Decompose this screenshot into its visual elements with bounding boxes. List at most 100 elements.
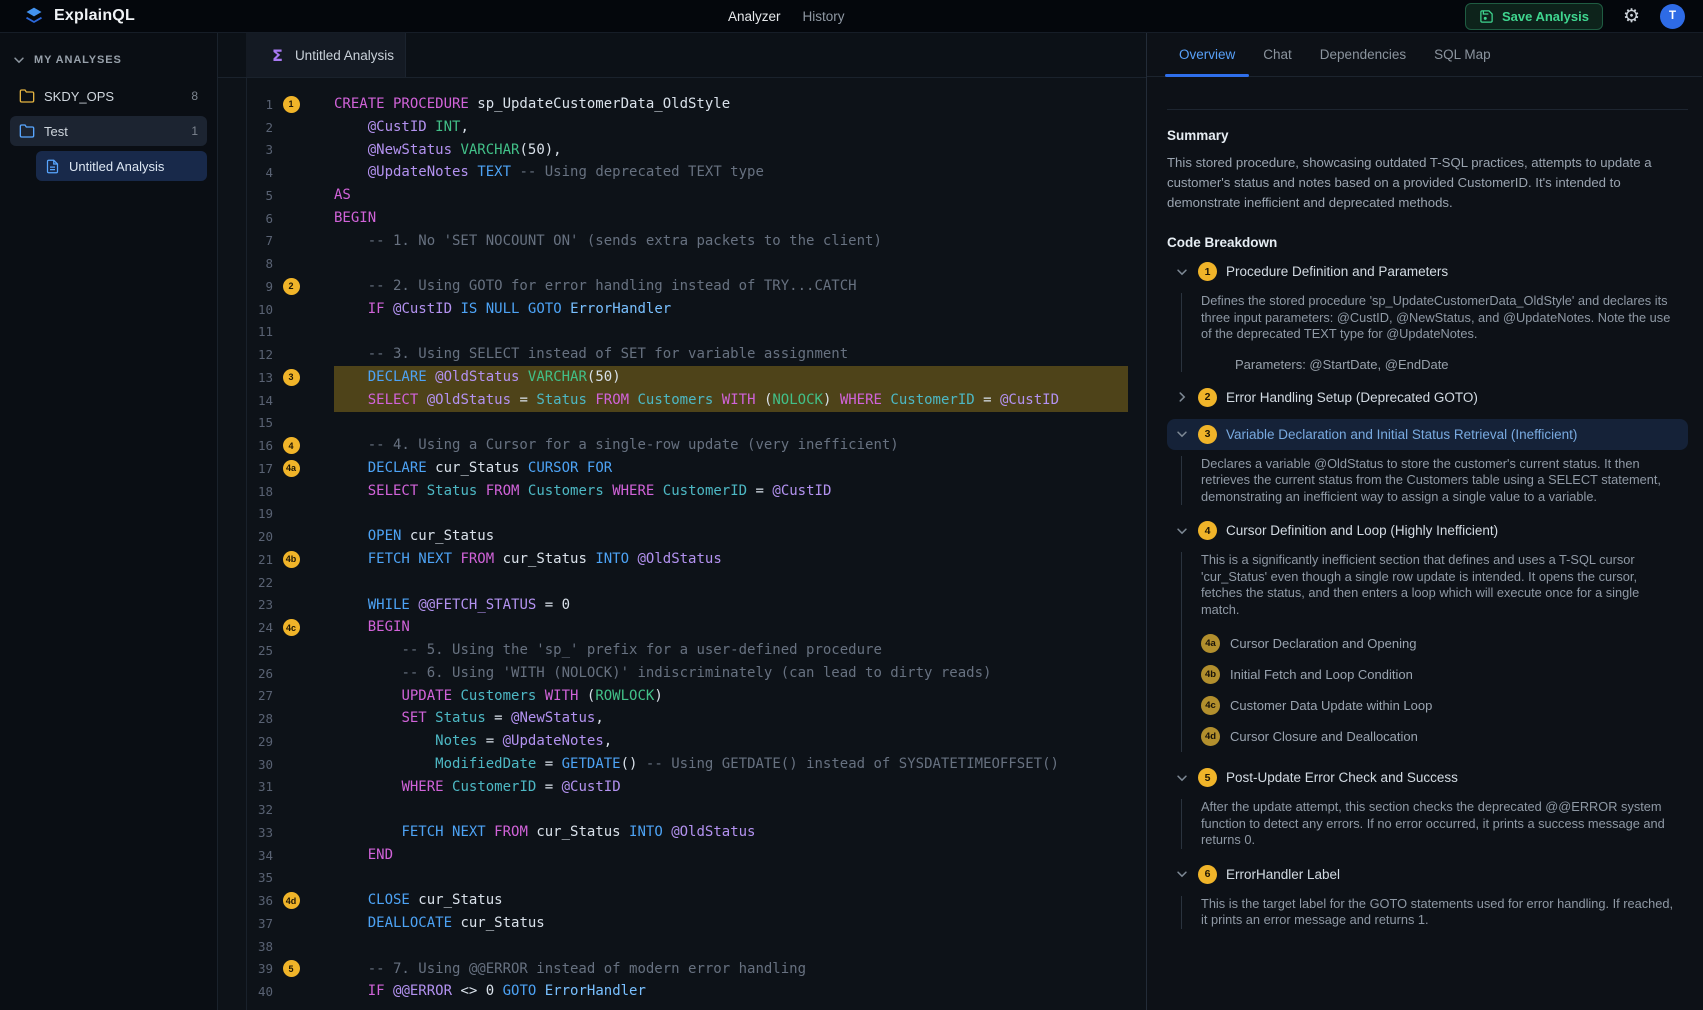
line-number: 25 <box>255 643 273 658</box>
line-number: 35 <box>255 870 273 885</box>
breakdown-subitems: 4aCursor Declaration and Opening4bInitia… <box>1201 628 1688 752</box>
code-text: UPDATE Customers WITH (ROWLOCK) <box>334 685 1128 708</box>
chevron-down-icon[interactable] <box>1175 265 1189 279</box>
my-analyses-section-header[interactable]: MY ANALYSES <box>0 53 217 81</box>
line-number: 29 <box>255 734 273 749</box>
code-text: IF @@ERROR <> 0 GOTO ErrorHandler <box>334 980 1128 1003</box>
line-number: 26 <box>255 666 273 681</box>
sidebar-item-label: SKDY_OPS <box>44 89 182 104</box>
breakdown-subitem-4d[interactable]: 4dCursor Closure and Deallocation <box>1201 721 1688 752</box>
code-text: @UpdateNotes TEXT -- Using deprecated TE… <box>334 161 1128 184</box>
line-number: 1 <box>255 97 273 112</box>
line-number: 22 <box>255 575 273 590</box>
code-text: BEGIN <box>334 207 1128 230</box>
breakdown-item-title: Cursor Definition and Loop (Highly Ineff… <box>1226 523 1498 538</box>
code-line-24: 244c BEGIN <box>247 616 1146 639</box>
code-text: AS <box>334 184 1128 207</box>
chevron-down-icon[interactable] <box>1175 427 1189 441</box>
summary-heading: Summary <box>1167 128 1688 143</box>
code-line-36: 364d CLOSE cur_Status <box>247 889 1146 912</box>
code-area[interactable]: 11CREATE PROCEDURE sp_UpdateCustomerData… <box>246 78 1146 1010</box>
code-text: OPEN cur_Status <box>334 525 1128 548</box>
section-marker-badge-3[interactable]: 3 <box>283 369 300 386</box>
code-line-1: 11CREATE PROCEDURE sp_UpdateCustomerData… <box>247 93 1146 116</box>
code-line-20: 20 OPEN cur_Status <box>247 525 1146 548</box>
breakdown-list: 1Procedure Definition and Parameters Defi… <box>1167 256 1688 929</box>
code-text: FETCH NEXT FROM cur_Status INTO @OldStat… <box>334 548 1128 571</box>
code-text: DEALLOCATE cur_Status <box>334 912 1128 935</box>
breakdown-subitem-4c[interactable]: 4cCustomer Data Update within Loop <box>1201 690 1688 721</box>
breakdown-item-text: Defines the stored procedure 'sp_UpdateC… <box>1201 293 1679 343</box>
sidebar-item-label: Untitled Analysis <box>69 159 198 174</box>
breakdown-item-note: Parameters: @StartDate, @EndDate <box>1235 357 1688 372</box>
line-number: 2 <box>255 120 273 135</box>
code-line-2: 2 @CustID INT, <box>247 116 1146 139</box>
code-line-22: 22 <box>247 571 1146 594</box>
code-line-6: 6BEGIN <box>247 207 1146 230</box>
section-marker-badge-4a[interactable]: 4a <box>283 460 300 477</box>
chevron-right-icon[interactable] <box>1175 390 1189 404</box>
breakdown-item-text: This is a significantly inefficient sect… <box>1201 552 1679 618</box>
line-number: 19 <box>255 506 273 521</box>
item-count-badge: 8 <box>191 89 198 103</box>
breakdown-item-body: After the update attempt, this section c… <box>1181 799 1688 849</box>
code-line-15: 15 <box>247 412 1146 435</box>
section-marker-badge-4b[interactable]: 4b <box>283 551 300 568</box>
section-marker-badge-5[interactable]: 5 <box>283 960 300 977</box>
tab-dependencies[interactable]: Dependencies <box>1306 33 1420 76</box>
chevron-down-icon[interactable] <box>1175 771 1189 785</box>
section-marker-badge-4c[interactable]: 4c <box>283 619 300 636</box>
breakdown-item-row-1[interactable]: 1Procedure Definition and Parameters <box>1167 256 1688 287</box>
chevron-down-icon[interactable] <box>1175 867 1189 881</box>
code-text: -- 3. Using SELECT instead of SET for va… <box>334 343 1128 366</box>
line-number: 7 <box>255 233 273 248</box>
tab-sql-map[interactable]: SQL Map <box>1420 33 1505 76</box>
sidebar-item-skdy-ops[interactable]: SKDY_OPS 8 <box>10 81 207 111</box>
tab-chat[interactable]: Chat <box>1249 33 1306 76</box>
file-icon <box>45 159 60 174</box>
code-line-12: 12 -- 3. Using SELECT instead of SET for… <box>247 343 1146 366</box>
settings-gear-icon[interactable]: ⚙ <box>1623 7 1640 26</box>
folder-icon <box>19 88 35 104</box>
breakdown-badge-2: 2 <box>1198 388 1217 407</box>
code-text: WHERE CustomerID = @CustID <box>334 776 1128 799</box>
code-text: CLOSE cur_Status <box>334 889 1128 912</box>
user-avatar[interactable]: T <box>1660 4 1685 29</box>
breakdown-item-row-6[interactable]: 6ErrorHandler Label <box>1167 859 1688 890</box>
section-marker-badge-4d[interactable]: 4d <box>283 892 300 909</box>
save-analysis-label: Save Analysis <box>1502 9 1589 24</box>
code-line-13: 133 DECLARE @OldStatus VARCHAR(50) <box>247 366 1146 389</box>
section-marker-badge-4[interactable]: 4 <box>283 437 300 454</box>
breakdown-item-text: Declares a variable @OldStatus to store … <box>1201 456 1679 506</box>
breakdown-sub-badge-4d: 4d <box>1201 727 1220 746</box>
section-marker-badge-1[interactable]: 1 <box>283 96 300 113</box>
save-analysis-button[interactable]: Save Analysis <box>1465 3 1603 30</box>
chevron-down-icon[interactable] <box>1175 524 1189 538</box>
breakdown-subitem-4b[interactable]: 4bInitial Fetch and Loop Condition <box>1201 659 1688 690</box>
breakdown-item-row-2[interactable]: 2Error Handling Setup (Deprecated GOTO) <box>1167 382 1688 413</box>
code-line-41: 41 <box>247 1003 1146 1010</box>
breakdown-item-row-3[interactable]: 3Variable Declaration and Initial Status… <box>1167 419 1688 450</box>
breakdown-item-row-5[interactable]: 5Post-Update Error Check and Success <box>1167 762 1688 793</box>
sidebar-item-test[interactable]: Test1 <box>10 116 207 146</box>
breakdown-badge-6: 6 <box>1198 865 1217 884</box>
section-marker-badge-2[interactable]: 2 <box>283 278 300 295</box>
sigma-icon: Σ <box>272 46 283 65</box>
breakdown-badge-5: 5 <box>1198 768 1217 787</box>
line-number: 38 <box>255 939 273 954</box>
breakdown-subitem-4a[interactable]: 4aCursor Declaration and Opening <box>1201 628 1688 659</box>
code-line-14: 14 SELECT @OldStatus = Status FROM Custo… <box>247 389 1146 412</box>
code-line-18: 18 SELECT Status FROM Customers WHERE Cu… <box>247 480 1146 503</box>
sidebar-item-untitled-analysis[interactable]: Untitled Analysis <box>36 151 207 181</box>
code-line-33: 33 FETCH NEXT FROM cur_Status INTO @OldS… <box>247 821 1146 844</box>
code-line-23: 23 WHILE @@FETCH_STATUS = 0 <box>247 594 1146 617</box>
breakdown-sub-badge-4b: 4b <box>1201 665 1220 684</box>
editor-file-tab[interactable]: Σ Untitled Analysis <box>246 33 406 77</box>
tab-overview[interactable]: Overview <box>1165 33 1249 76</box>
gutter-badge-slot: 2 <box>281 278 301 295</box>
gutter-badge-slot: 4d <box>281 892 301 909</box>
gutter-badge-slot: 4a <box>281 460 301 477</box>
nav-history[interactable]: History <box>803 9 845 24</box>
breakdown-item-row-4[interactable]: 4Cursor Definition and Loop (Highly Inef… <box>1167 515 1688 546</box>
nav-analyzer[interactable]: Analyzer <box>728 9 781 24</box>
